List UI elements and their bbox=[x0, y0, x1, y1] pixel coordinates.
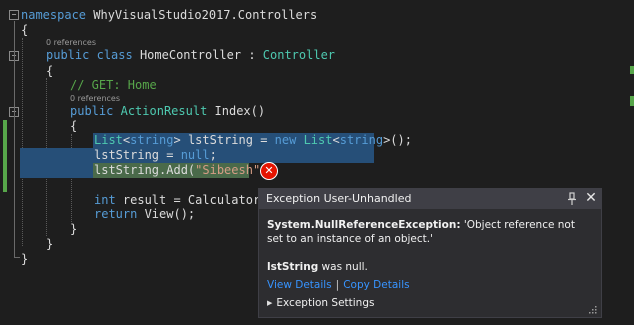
resize-grip-icon[interactable] bbox=[589, 306, 597, 314]
exception-popup: Exception User-Unhandled ✕ System.NullRe… bbox=[258, 188, 602, 318]
exception-popup-title: Exception User-Unhandled bbox=[266, 192, 412, 205]
error-icon[interactable]: ✕ bbox=[260, 162, 278, 180]
close-icon[interactable]: ✕ bbox=[583, 189, 599, 207]
code-line: lstString.Add("Sibeesh"); bbox=[94, 163, 275, 177]
view-details-link[interactable]: View Details bbox=[267, 279, 332, 291]
exception-popup-header: Exception User-Unhandled ✕ bbox=[259, 189, 601, 209]
expand-triangle-icon: ▶ bbox=[267, 299, 273, 307]
code-line: { bbox=[70, 119, 78, 133]
code-line: } bbox=[21, 252, 29, 266]
code-line: public ActionResult Index() bbox=[70, 104, 266, 118]
code-line: lstString = null; bbox=[94, 148, 217, 162]
scrollbar-marker bbox=[630, 66, 634, 74]
popup-links: View Details | Copy Details bbox=[267, 278, 410, 292]
selection-highlight bbox=[20, 163, 94, 178]
exception-message: System.NullReferenceException: 'Object r… bbox=[267, 218, 592, 246]
outline-line bbox=[14, 21, 15, 257]
exception-type: System.NullReferenceException: bbox=[267, 219, 461, 231]
code-line: // GET: Home bbox=[70, 78, 157, 92]
change-indicator bbox=[3, 120, 7, 192]
null-suffix: was null. bbox=[318, 261, 368, 273]
code-line: } bbox=[46, 237, 54, 251]
indent-guide bbox=[22, 38, 23, 246]
code-line: List<string> lstString = new List<string… bbox=[94, 133, 412, 147]
outline-tick bbox=[14, 257, 20, 258]
exception-settings-expander[interactable]: ▶ Exception Settings bbox=[267, 296, 374, 311]
pin-icon[interactable] bbox=[565, 190, 579, 206]
code-line: { bbox=[21, 23, 29, 37]
code-line: public class HomeController : Controller bbox=[46, 48, 336, 62]
link-separator: | bbox=[335, 279, 340, 291]
code-line: { bbox=[46, 64, 54, 78]
null-variable-note: lstString was null. bbox=[267, 260, 368, 274]
scrollbar-marker bbox=[630, 96, 634, 106]
exception-settings-label: Exception Settings bbox=[276, 297, 375, 309]
code-line: namespace WhyVisualStudio2017.Controller… bbox=[21, 8, 318, 22]
code-line: } bbox=[70, 222, 78, 236]
null-variable-name: lstString bbox=[267, 261, 319, 273]
collapse-namespace-toggle[interactable]: − bbox=[9, 10, 19, 20]
code-line: return View(); bbox=[94, 207, 196, 221]
copy-details-link[interactable]: Copy Details bbox=[343, 279, 409, 291]
